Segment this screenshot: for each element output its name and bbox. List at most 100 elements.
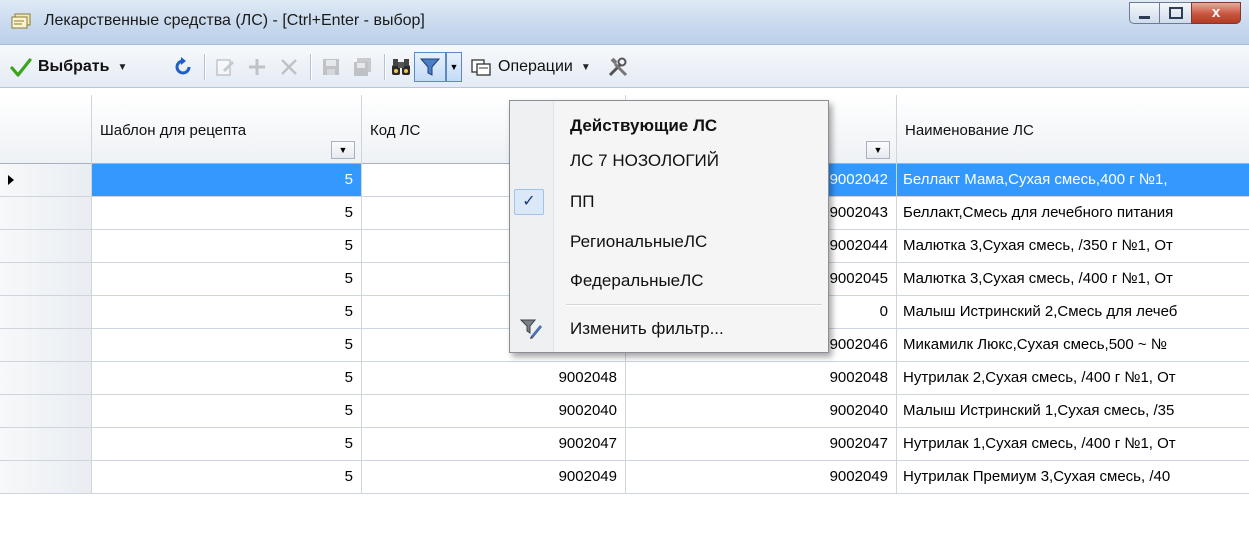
table-row[interactable]: 5 9002049 9002049 Нутрилак Премиум 3,Сух… xyxy=(0,461,1249,494)
cell-template[interactable]: 5 xyxy=(92,461,362,493)
cell-name[interactable]: Малютка 3,Сухая смесь, /350 г №1, От xyxy=(897,230,1249,262)
maximize-icon xyxy=(1169,7,1183,19)
refresh-icon xyxy=(175,57,191,75)
column-filter-dropdown-icon[interactable]: ▼ xyxy=(866,141,890,159)
row-header[interactable] xyxy=(0,164,92,196)
toolbar-separator xyxy=(310,54,311,80)
cell-template[interactable]: 5 xyxy=(92,428,362,460)
table-row[interactable]: 5 9002048 9002048 Нутрилак 2,Сухая смесь… xyxy=(0,362,1249,395)
window-title: Лекарственные средства (ЛС) - [Ctrl+Ente… xyxy=(44,12,425,29)
save-icon xyxy=(323,59,339,75)
table-row[interactable]: 5 9002047 9002047 Нутрилак 1,Сухая смесь… xyxy=(0,428,1249,461)
row-header[interactable] xyxy=(0,197,92,229)
cell-code2[interactable]: 9002040 xyxy=(626,395,897,427)
cell-template[interactable]: 5 xyxy=(92,164,362,196)
column-filter-dropdown-icon[interactable]: ▼ xyxy=(331,141,355,159)
row-header[interactable] xyxy=(0,395,92,427)
add-button[interactable] xyxy=(246,52,268,82)
save-button[interactable] xyxy=(320,52,342,82)
cell-name[interactable]: Малютка 3,Сухая смесь, /400 г №1, От xyxy=(897,263,1249,295)
edit-filter-icon xyxy=(520,319,542,339)
row-header[interactable] xyxy=(0,263,92,295)
cell-name[interactable]: Беллакт Мама,Сухая смесь,400 г №1, xyxy=(897,164,1249,196)
cell-name[interactable]: Нутрилак 1,Сухая смесь, /400 г №1, От xyxy=(897,428,1249,460)
menu-item-7-nosologies[interactable]: ЛС 7 НОЗОЛОГИЙ xyxy=(510,144,828,178)
cell-name[interactable]: Нутрилак 2,Сухая смесь, /400 г №1, От xyxy=(897,362,1249,394)
cell-code[interactable]: 9002047 xyxy=(362,428,626,460)
filter-dropdown-button[interactable]: ▼ xyxy=(446,52,462,82)
edit-button[interactable] xyxy=(214,52,236,82)
cell-code2[interactable]: 9002048 xyxy=(626,362,897,394)
cell-template[interactable]: 5 xyxy=(92,230,362,262)
cell-code[interactable]: 9002048 xyxy=(362,362,626,394)
cell-code2[interactable]: 9002049 xyxy=(626,461,897,493)
cell-code[interactable]: 9002049 xyxy=(362,461,626,493)
cell-name[interactable]: Малыш Истринский 2,Смесь для лечеб xyxy=(897,296,1249,328)
binoculars-icon xyxy=(392,59,410,75)
cell-code2[interactable]: 9002047 xyxy=(626,428,897,460)
checkmark-icon xyxy=(10,58,32,77)
row-header[interactable] xyxy=(0,296,92,328)
cell-template[interactable]: 5 xyxy=(92,362,362,394)
cell-template[interactable]: 5 xyxy=(92,296,362,328)
operations-button[interactable]: Операции ▼ xyxy=(470,52,591,82)
save-all-icon xyxy=(354,58,371,76)
cell-template[interactable]: 5 xyxy=(92,263,362,295)
tools-icon xyxy=(608,57,628,77)
filter-dropdown-menu: Действующие ЛС ЛС 7 НОЗОЛОГИЙ ✓ ПП Регио… xyxy=(509,100,829,353)
menu-item-label: ПП xyxy=(570,192,595,211)
current-row-marker-icon xyxy=(8,175,14,185)
menu-item-pp[interactable]: ✓ ПП xyxy=(510,185,828,219)
cell-template[interactable]: 5 xyxy=(92,329,362,361)
settings-tools-button[interactable] xyxy=(607,52,629,82)
cell-name[interactable]: Беллакт,Смесь для лечебного питания xyxy=(897,197,1249,229)
minimize-button[interactable] xyxy=(1129,2,1159,24)
filter-button[interactable] xyxy=(414,52,446,82)
menu-item-label: Действующие ЛС xyxy=(570,116,718,135)
close-button[interactable]: x xyxy=(1191,2,1241,24)
cell-name[interactable]: Малыш Истринский 1,Сухая смесь, /35 xyxy=(897,395,1249,427)
plus-icon xyxy=(249,59,265,75)
column-header-label: Шаблон для рецепта xyxy=(100,122,247,139)
menu-item-regional[interactable]: РегиональныеЛС xyxy=(510,225,828,259)
check-icon: ✓ xyxy=(514,189,544,215)
row-header[interactable] xyxy=(0,230,92,262)
menu-item-label: РегиональныеЛС xyxy=(570,232,708,251)
menu-item-active-medicines[interactable]: Действующие ЛС xyxy=(510,109,828,143)
filter-icon xyxy=(419,58,441,76)
table-row[interactable]: 5 9002040 9002040 Малыш Истринский 1,Сух… xyxy=(0,395,1249,428)
cell-template[interactable]: 5 xyxy=(92,197,362,229)
cell-name[interactable]: Микамилк Люкс,Сухая смесь,500 ~ № xyxy=(897,329,1249,361)
menu-item-label: ЛС 7 НОЗОЛОГИЙ xyxy=(570,151,719,170)
operations-button-label: Операции xyxy=(498,58,573,75)
row-header[interactable] xyxy=(0,362,92,394)
row-header[interactable] xyxy=(0,428,92,460)
minimize-icon xyxy=(1139,16,1150,19)
operations-icon xyxy=(471,59,491,76)
row-header[interactable] xyxy=(0,461,92,493)
column-header-name[interactable]: Наименование ЛС xyxy=(897,95,1249,164)
save-all-button[interactable] xyxy=(352,52,374,82)
menu-item-label: ФедеральныеЛС xyxy=(570,271,704,290)
maximize-button[interactable] xyxy=(1159,2,1191,24)
column-header-label: Наименование ЛС xyxy=(905,122,1034,139)
chevron-down-icon[interactable]: ▼ xyxy=(117,62,127,73)
row-header-corner xyxy=(0,95,92,164)
delete-icon xyxy=(281,59,297,75)
chevron-down-icon: ▼ xyxy=(580,61,591,73)
cell-template[interactable]: 5 xyxy=(92,395,362,427)
close-icon: x xyxy=(1211,4,1221,21)
find-button[interactable] xyxy=(390,52,412,82)
menu-item-label: Изменить фильтр... xyxy=(570,319,724,338)
column-header-template[interactable]: Шаблон для рецепта ▼ xyxy=(92,95,362,164)
window-controls: x xyxy=(1129,2,1241,24)
row-header[interactable] xyxy=(0,329,92,361)
delete-button[interactable] xyxy=(278,52,300,82)
cell-code[interactable]: 9002040 xyxy=(362,395,626,427)
menu-item-federal[interactable]: ФедеральныеЛС xyxy=(510,264,828,298)
cell-name[interactable]: Нутрилак Премиум 3,Сухая смесь, /40 xyxy=(897,461,1249,493)
menu-item-edit-filter[interactable]: Изменить фильтр... xyxy=(510,312,828,346)
refresh-button[interactable] xyxy=(172,52,194,82)
menu-separator xyxy=(566,304,822,305)
select-button[interactable]: Выбрать ▼ xyxy=(10,52,127,82)
